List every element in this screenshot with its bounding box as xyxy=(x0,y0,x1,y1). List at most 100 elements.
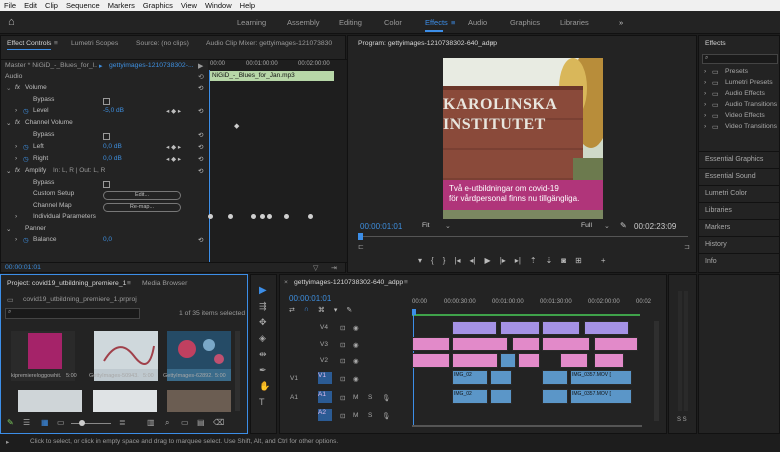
pen-tool-icon[interactable]: ✒ xyxy=(259,365,267,376)
effects-audio-effects[interactable]: Audio Effects xyxy=(725,90,765,97)
balance-value[interactable]: 0,0 xyxy=(103,236,112,243)
trash-icon[interactable]: ⌫ xyxy=(213,418,224,427)
timeline-timecode[interactable]: 00:00:01:01 xyxy=(289,294,331,303)
wrench-icon[interactable]: ✎ xyxy=(620,221,627,230)
clip-v2[interactable] xyxy=(412,353,450,368)
program-scrubber[interactable] xyxy=(358,236,688,237)
hand-tool-icon[interactable]: ✋ xyxy=(259,381,270,392)
effects-lumetri-presets[interactable]: Lumetri Presets xyxy=(725,79,773,86)
panel-menu-icon[interactable]: ≡ xyxy=(54,40,58,47)
effects-audio-transitions[interactable]: Audio Transitions xyxy=(725,101,777,108)
clip-v2[interactable] xyxy=(518,353,540,368)
project-scrollbar[interactable] xyxy=(235,331,240,411)
clip-v2[interactable] xyxy=(594,353,624,368)
keyframe[interactable] xyxy=(267,214,272,219)
chevron-down-icon[interactable]: ⌄ xyxy=(6,167,11,175)
panel-menu-icon[interactable]: ≡ xyxy=(490,40,494,47)
mic-icon[interactable]: 🎙 xyxy=(382,412,390,420)
chevron-right-icon[interactable]: › xyxy=(704,68,706,75)
section-lumetri-color[interactable]: Lumetri Color xyxy=(699,185,780,201)
play-icon[interactable]: ▶ xyxy=(485,256,491,268)
mute-icon[interactable]: M xyxy=(353,394,358,401)
keyframe[interactable] xyxy=(251,214,256,219)
mark-out-button-icon[interactable]: } xyxy=(443,256,446,268)
video-frame[interactable]: KAROLINSKA INSTITUTET Två e-utbildningar… xyxy=(443,58,603,219)
chevron-right-icon[interactable]: › xyxy=(704,101,706,108)
clip-v3[interactable] xyxy=(594,337,638,351)
chevron-right-icon[interactable]: › xyxy=(704,90,706,97)
clip-v2-video[interactable] xyxy=(500,353,516,368)
fx-icon[interactable]: fx xyxy=(15,167,20,174)
timeline-scrollbar[interactable] xyxy=(412,425,642,427)
pencil-icon[interactable]: ✎ xyxy=(7,418,14,427)
find-icon[interactable]: ⌕ xyxy=(165,418,169,428)
keyframe-nav-icon[interactable]: ◂ ◆ ▸ xyxy=(166,107,181,115)
eye-icon[interactable]: ◉ xyxy=(353,324,359,332)
sequence-clip-name[interactable]: gettyimages-1210738302-... xyxy=(109,62,193,69)
sort-icon[interactable]: ≣ xyxy=(119,418,126,427)
source-a1-label[interactable]: A1 xyxy=(290,394,298,401)
snap-icon[interactable]: ∩ xyxy=(304,306,309,316)
export-icon[interactable]: ⇥ xyxy=(331,264,337,272)
effects-video-transitions[interactable]: Video Transitions xyxy=(725,123,777,130)
clip-v4[interactable] xyxy=(542,321,580,335)
zoom-slider-handle[interactable] xyxy=(79,420,85,426)
lock-icon[interactable]: ⊡ xyxy=(340,324,345,332)
list-view-icon[interactable]: ☰ xyxy=(23,418,30,427)
panel-menu-icon[interactable]: ≡ xyxy=(404,279,408,286)
fx-icon[interactable]: fx xyxy=(15,84,20,91)
clip-v4[interactable] xyxy=(500,321,540,335)
timeline-ruler[interactable]: 00:00 00:00:30:00 00:01:00:00 00:01:30:0… xyxy=(412,297,652,311)
add-marker-icon[interactable]: ▾ xyxy=(418,256,422,268)
linked-select-icon[interactable]: ⌘ xyxy=(318,306,325,316)
fit-dropdown[interactable]: Fit xyxy=(422,222,430,229)
section-info[interactable]: Info xyxy=(699,253,780,269)
go-to-out-icon[interactable]: ▸| xyxy=(515,256,521,268)
clip-v1[interactable] xyxy=(490,370,512,385)
track-v4-label[interactable]: V4 xyxy=(320,324,328,331)
level-value[interactable]: -5,0 dB xyxy=(103,107,124,114)
clip-a1[interactable] xyxy=(490,389,512,404)
clip-v2[interactable] xyxy=(560,353,588,368)
section-essential-graphics[interactable]: Essential Graphics xyxy=(699,151,780,167)
program-timecode[interactable]: 00:00:01:01 xyxy=(360,222,402,231)
go-to-in-icon[interactable]: |◂ xyxy=(454,256,460,268)
clip-v3[interactable] xyxy=(542,337,590,351)
chevron-right-icon[interactable]: › xyxy=(15,107,17,114)
chevron-right-icon[interactable]: › xyxy=(15,236,17,243)
clip-v4[interactable] xyxy=(452,321,497,335)
thumb-6[interactable] xyxy=(167,390,231,412)
icon-view-icon[interactable]: ▦ xyxy=(41,418,49,427)
menu-graphics[interactable]: Graphics xyxy=(143,1,173,10)
program-title[interactable]: Program: gettyimages-1210738302-640_adpp xyxy=(358,40,497,47)
mic-icon[interactable]: 🎙 xyxy=(382,394,390,402)
reset-right-icon[interactable]: ⟲ xyxy=(198,155,203,163)
settings-icon[interactable]: ✎ xyxy=(346,306,352,316)
section-libraries[interactable]: Libraries xyxy=(699,202,780,218)
tab-graphics[interactable]: Graphics xyxy=(510,18,540,27)
solo-icon[interactable]: S xyxy=(368,412,372,419)
tab-editing[interactable]: Editing xyxy=(339,18,362,27)
work-area-bar[interactable] xyxy=(412,314,640,316)
stopwatch-icon[interactable]: ◷ xyxy=(23,155,29,163)
chevron-right-icon[interactable]: › xyxy=(15,143,17,150)
slip-tool-icon[interactable]: ⇹ xyxy=(259,349,267,360)
chevron-right-icon[interactable]: › xyxy=(704,79,706,86)
automate-icon[interactable]: ▥ xyxy=(147,418,155,427)
chevron-down-icon[interactable]: ⌄ xyxy=(604,222,610,230)
clip-v3[interactable] xyxy=(512,337,540,351)
chevron-down-icon[interactable]: ⌄ xyxy=(6,119,11,127)
clip-v1-img0357[interactable]: IMG_0357.MOV [ xyxy=(570,370,632,385)
mark-out-icon[interactable]: ⊐ xyxy=(684,243,690,251)
ripple-edit-icon[interactable]: ✥ xyxy=(259,317,267,328)
home-icon[interactable]: ⌂ xyxy=(8,16,15,28)
sequence-tab[interactable]: gettyimages-1210738302-640_adpp xyxy=(294,279,403,286)
clip-v1-img02[interactable]: IMG_02 xyxy=(452,370,488,385)
thumb-4[interactable] xyxy=(18,390,82,412)
tab-audio[interactable]: Audio xyxy=(468,18,487,27)
extract-icon[interactable]: ⇣ xyxy=(546,256,553,268)
right-value[interactable]: 0,0 dB xyxy=(103,155,122,162)
eye-icon[interactable]: ◉ xyxy=(353,357,359,365)
reset-balance-icon[interactable]: ⟲ xyxy=(198,236,203,244)
track-v1-target[interactable]: V1 xyxy=(318,372,332,384)
